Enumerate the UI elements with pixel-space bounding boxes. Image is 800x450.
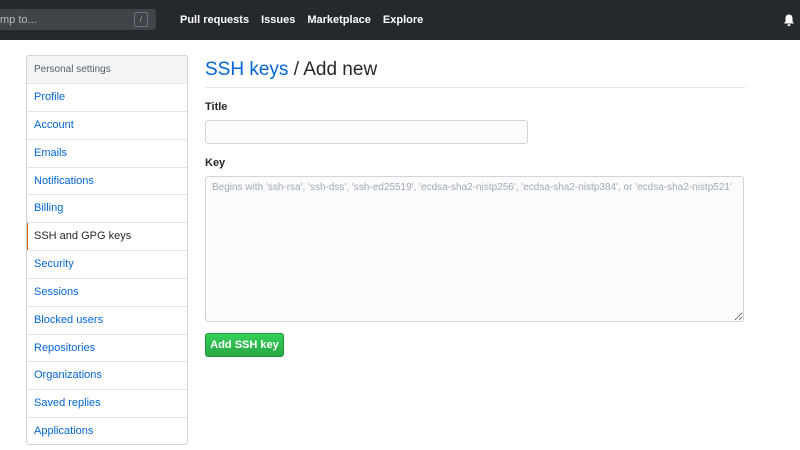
search-input[interactable] (0, 9, 136, 30)
nav-explore[interactable]: Explore (383, 14, 423, 26)
search-box: / (0, 9, 156, 30)
sidebar-item-repositories[interactable]: Repositories (27, 335, 187, 363)
sidebar-item-ssh-gpg-keys[interactable]: SSH and GPG keys (27, 223, 187, 252)
breadcrumb-separator: / (288, 59, 304, 80)
sidebar-item-saved-replies[interactable]: Saved replies (27, 390, 187, 419)
top-header: / Pull requests Issues Marketplace Explo… (0, 0, 800, 40)
sidebar-item-billing[interactable]: Billing (27, 195, 187, 224)
breadcrumb-current: Add new (303, 59, 378, 80)
sidebar-item-organizations[interactable]: Organizations (27, 362, 187, 391)
nav-marketplace[interactable]: Marketplace (307, 14, 371, 26)
title-label: Title (205, 101, 228, 113)
bell-icon[interactable] (782, 13, 796, 27)
sidebar-item-emails[interactable]: Emails (27, 140, 187, 168)
breadcrumb-ssh-keys-link[interactable]: SSH keys (205, 59, 288, 80)
nav-pull-requests[interactable]: Pull requests (180, 14, 249, 26)
sidebar-item-blocked-users[interactable]: Blocked users (27, 307, 187, 335)
sidebar-heading: Personal settings (27, 56, 187, 84)
add-ssh-key-button[interactable]: Add SSH key (205, 333, 284, 357)
search-shortcut-hint: / (134, 12, 148, 27)
sidebar-item-security[interactable]: Security (27, 251, 187, 279)
title-input[interactable] (205, 120, 528, 144)
key-textarea[interactable] (205, 176, 744, 322)
main-content: SSH keys / Add new Title Key Add SSH key (205, 55, 745, 357)
header-nav: Pull requests Issues Marketplace Explore (180, 14, 423, 26)
sidebar-item-notifications[interactable]: Notifications (27, 168, 187, 196)
sidebar-item-account[interactable]: Account (27, 112, 187, 140)
nav-issues[interactable]: Issues (261, 14, 295, 26)
key-label: Key (205, 157, 226, 169)
settings-sidebar: Personal settings Profile Account Emails… (26, 55, 188, 445)
sidebar-item-sessions[interactable]: Sessions (27, 279, 187, 307)
sidebar-item-profile[interactable]: Profile (27, 84, 187, 112)
page-title: SSH keys / Add new (205, 55, 745, 88)
sidebar-item-applications[interactable]: Applications (27, 418, 187, 444)
